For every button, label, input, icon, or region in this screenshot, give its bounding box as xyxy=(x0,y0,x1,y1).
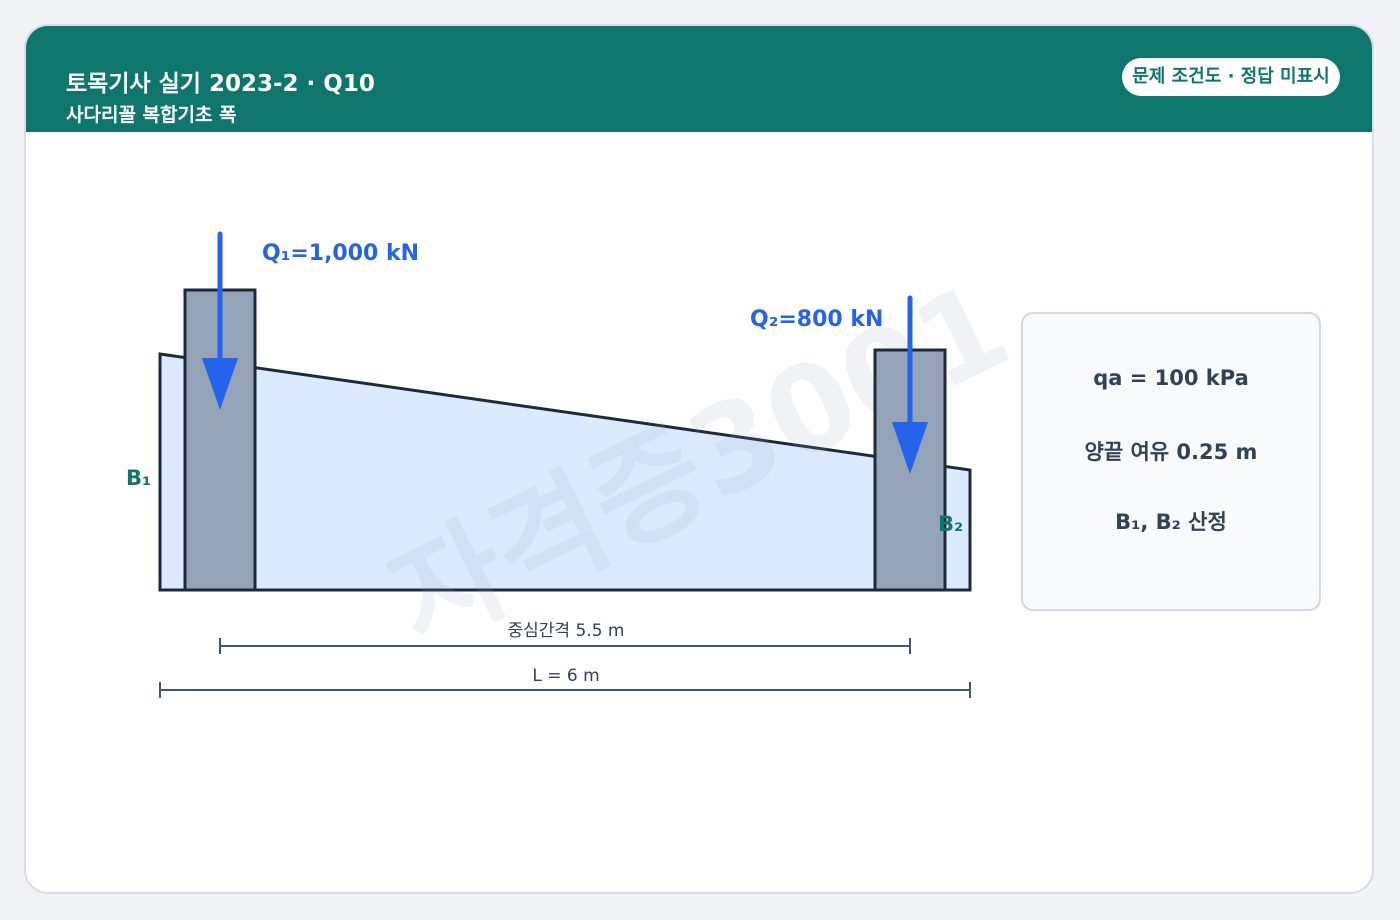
total-length-label: L = 6 m xyxy=(532,666,599,686)
conditions-panel: qa = 100 kPa 양끝 여유 0.25 m B₁, B₂ 산정 xyxy=(1021,312,1321,611)
center-spacing-label: 중심간격 5.5 m xyxy=(508,621,625,641)
allowable-bearing: qa = 100 kPa xyxy=(1093,366,1249,390)
target-widths: B₁, B₂ 산정 xyxy=(1115,510,1227,534)
end-clearance: 양끝 여유 0.25 m xyxy=(1084,440,1258,464)
load-label-q2: Q₂=800 kN xyxy=(750,307,883,332)
load-label-q1: Q₁=1,000 kN xyxy=(262,241,419,266)
width-label-b1: B₁ xyxy=(126,466,151,490)
width-label-b2: B₂ xyxy=(938,512,963,536)
problem-card: 토목기사 실기 2023-2 · Q10 사다리꼴 복합기초 폭 문제 조건도 … xyxy=(24,24,1374,894)
